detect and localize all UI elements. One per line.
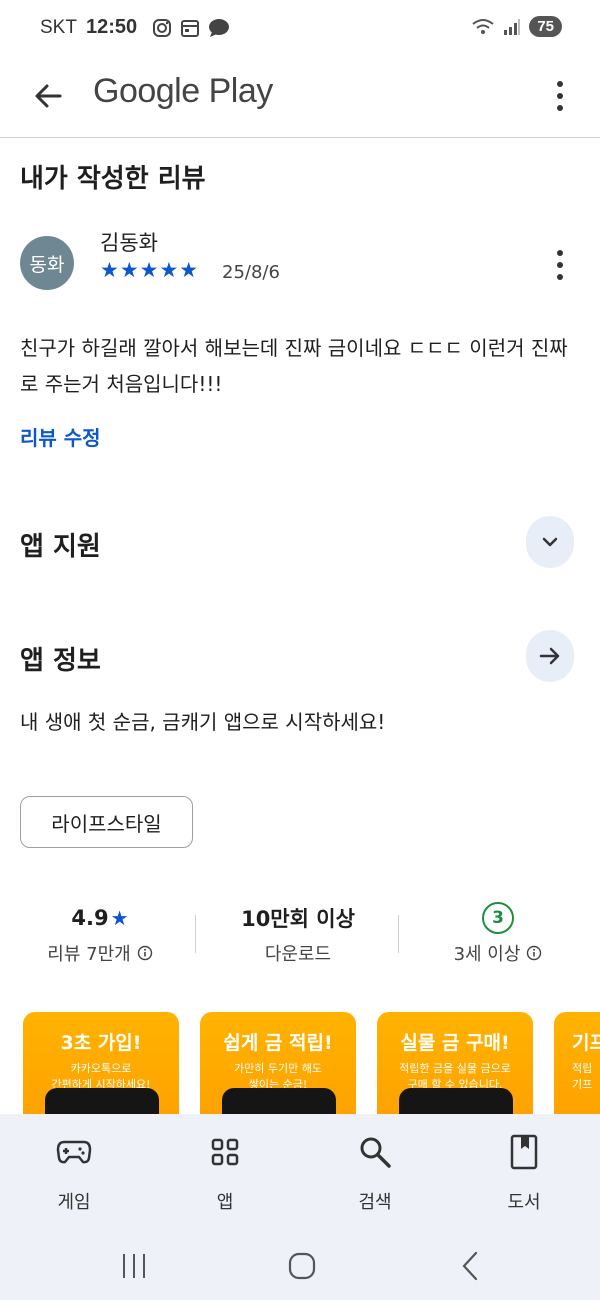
more-vert-icon <box>557 81 563 111</box>
chevron-down-icon <box>542 537 558 547</box>
avatar: 동화 <box>20 236 74 290</box>
carrier-label: SKT <box>40 17 77 38</box>
reviewer-name: 김동화 <box>100 231 158 255</box>
screenshot-title: 실물 금 구매! <box>400 1032 510 1054</box>
screenshot-title: 3초 가입! <box>60 1032 142 1054</box>
review-date: 25/8/6 <box>222 262 280 283</box>
app-bar-title: Google Play <box>93 72 273 110</box>
screenshot-title: 기프 <box>572 1032 600 1054</box>
recents-button[interactable] <box>114 1246 154 1286</box>
rating-stat: 4.9 ★ 리뷰 7만개 <box>0 902 200 966</box>
search-icon <box>360 1137 391 1168</box>
status-bar: SKT 12:50 75 <box>0 0 600 58</box>
arrow-right-icon <box>539 647 560 665</box>
nav-item-apps[interactable]: 앱 <box>175 1132 275 1214</box>
info-icon[interactable] <box>137 945 153 961</box>
review-text: 친구가 하길래 깔아서 해보는데 진짜 금이네요 ㄷㄷㄷ 이런거 진짜로 주는거… <box>20 336 568 396</box>
signal-icon <box>504 18 521 35</box>
phone-mockup <box>399 1088 513 1114</box>
app-info-open-button[interactable] <box>526 630 574 682</box>
phone-mockup <box>222 1088 336 1114</box>
bottom-navigation: 게임 앱 검색 도서 <box>0 1114 600 1234</box>
category-chip[interactable]: 라이프스타일 <box>20 796 193 848</box>
info-icon[interactable] <box>526 945 542 961</box>
rating-label: 리뷰 7만개 <box>47 944 131 965</box>
arrow-left-icon <box>35 84 62 108</box>
home-icon <box>288 1252 316 1280</box>
wifi-icon <box>472 18 494 34</box>
review-options-button[interactable] <box>550 248 570 282</box>
stat-divider <box>195 915 196 953</box>
book-icon <box>510 1134 538 1170</box>
downloads-stat: 10만회 이상 다운로드 <box>198 902 398 966</box>
rating-stars: ★★★★★ <box>100 258 200 282</box>
calendar-icon <box>181 20 199 37</box>
nav-item-search[interactable]: 검색 <box>325 1132 425 1214</box>
nav-label: 검색 <box>358 1192 392 1213</box>
star-icon: ★ <box>110 906 129 930</box>
screenshot-card[interactable]: 실물 금 구매! 적립한 금을 실물 금으로 구매 할 수 있습니다. <box>377 1012 533 1114</box>
age-rating-label: 3세 이상 <box>453 944 521 965</box>
battery-indicator: 75 <box>529 16 562 37</box>
screenshot-card[interactable]: 쉽게 금 적립! 가만히 두기만 해도 쌓이는 순금! <box>200 1012 356 1114</box>
age-rating-badge: 3 <box>482 902 514 934</box>
app-support-expand-button[interactable] <box>526 516 574 568</box>
app-support-heading: 앱 지원 <box>20 532 101 562</box>
clock: 12:50 <box>86 16 138 38</box>
my-review-heading: 내가 작성한 리뷰 <box>20 164 206 194</box>
system-status-icons: 75 <box>471 16 562 37</box>
nav-item-games[interactable]: 게임 <box>24 1132 124 1214</box>
edit-review-link[interactable]: 리뷰 수정 <box>20 422 101 451</box>
gamepad-icon <box>56 1140 92 1164</box>
system-back-button[interactable] <box>450 1246 490 1286</box>
rating-value: 4.9 <box>71 906 109 930</box>
apps-grid-icon <box>211 1138 239 1166</box>
screenshot-title: 쉽게 금 적립! <box>223 1032 333 1054</box>
nav-label: 앱 <box>216 1192 234 1213</box>
downloads-label: 다운로드 <box>264 944 332 965</box>
instagram-icon <box>153 19 171 37</box>
phone-mockup <box>45 1088 159 1114</box>
back-button[interactable] <box>28 76 68 116</box>
app-bar: Google Play <box>0 58 600 138</box>
screenshot-carousel[interactable]: 3초 가입! 카카오톡으로 간편하게 시작하세요! 쉽게 금 적립! 가만히 두… <box>0 1012 600 1114</box>
overflow-menu-button[interactable] <box>550 76 570 116</box>
recents-icon <box>123 1254 145 1278</box>
notification-icons <box>152 18 230 38</box>
downloads-value: 10만회 이상 <box>241 907 355 931</box>
nav-item-books[interactable]: 도서 <box>474 1132 574 1214</box>
app-info-heading: 앱 정보 <box>20 646 101 676</box>
age-rating-stat: 3 3세 이상 <box>398 902 598 966</box>
screenshot-card[interactable]: 기프 적립 기프 <box>554 1012 600 1114</box>
nav-label: 게임 <box>57 1192 91 1213</box>
home-button[interactable] <box>282 1246 322 1286</box>
screenshot-card[interactable]: 3초 가입! 카카오톡으로 간편하게 시작하세요! <box>23 1012 179 1114</box>
screenshot-subtitle: 적립 기프 <box>572 1062 593 1091</box>
chevron-left-icon <box>462 1251 478 1281</box>
chat-bubble-icon <box>209 19 229 37</box>
system-navigation-bar <box>0 1234 600 1300</box>
nav-label: 도서 <box>507 1192 541 1213</box>
app-description: 내 생애 첫 순금, 금캐기 앱으로 시작하세요! <box>20 710 386 734</box>
more-vert-icon <box>557 250 563 280</box>
